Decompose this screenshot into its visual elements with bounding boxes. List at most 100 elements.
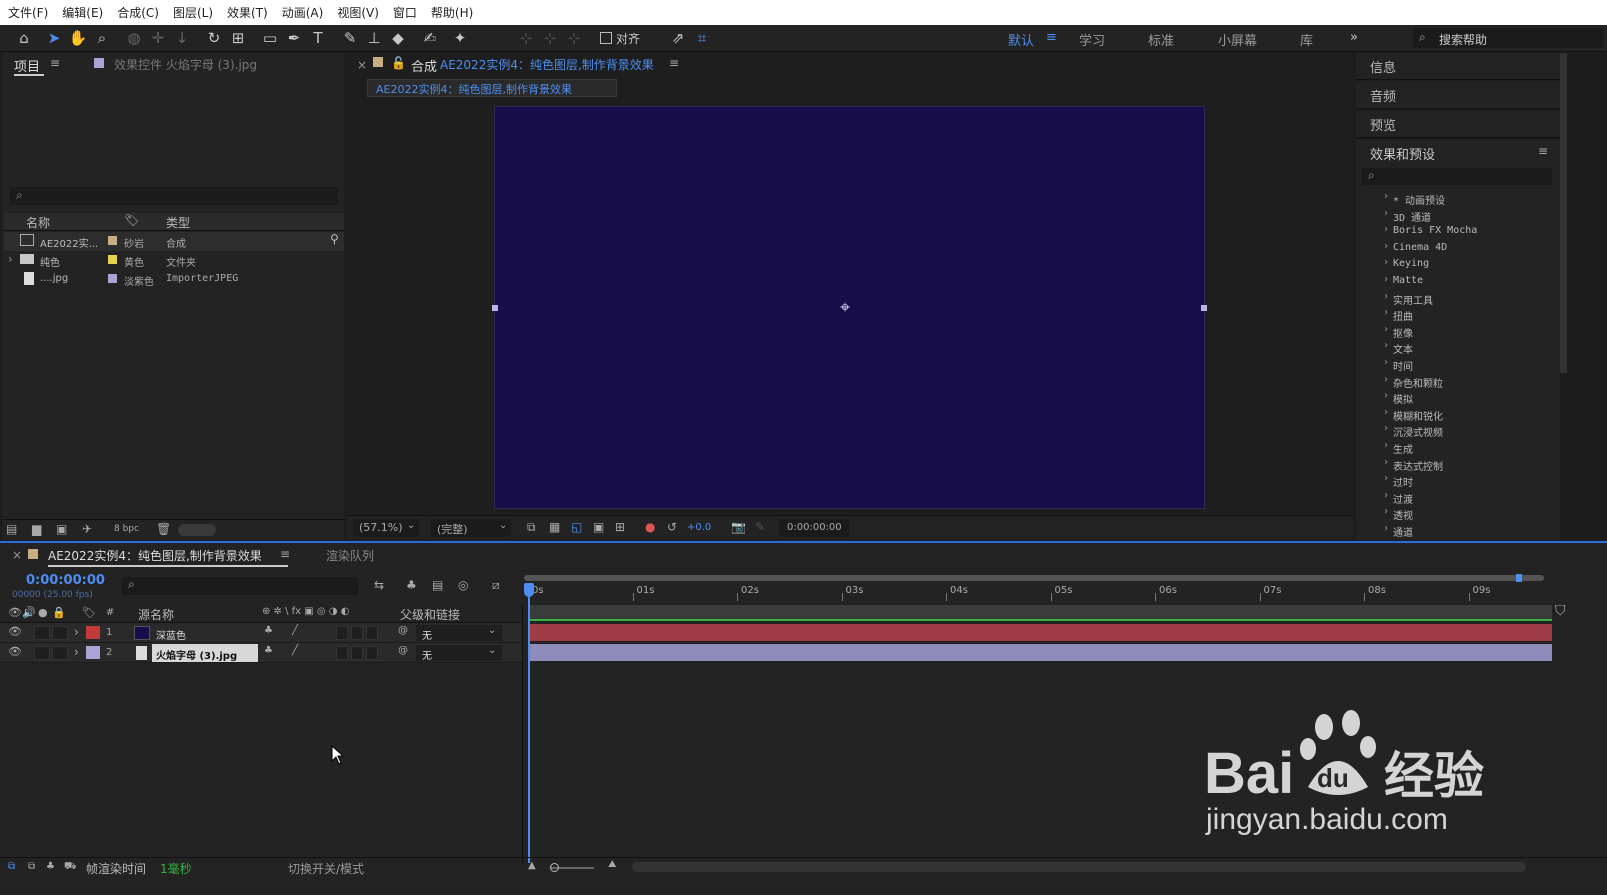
layer-name[interactable]: 深蓝色 [156, 627, 186, 642]
hand-tool-icon[interactable]: ✋ [68, 28, 88, 48]
work-area-end-handle[interactable] [1516, 574, 1522, 582]
eye-visibility-icon[interactable]: 👁 [8, 645, 22, 658]
reset-exposure-icon[interactable]: ↺ [667, 520, 677, 534]
zoom-out-icon[interactable]: ▲ [528, 860, 536, 871]
snapshot-camera-icon[interactable]: 📷 [731, 520, 746, 534]
info-panel[interactable]: 信息 [1356, 53, 1560, 80]
effect-category[interactable]: 文本 [1383, 340, 1413, 356]
effect-category[interactable]: 沉浸式视频 [1383, 423, 1443, 439]
label-swatch[interactable] [108, 255, 117, 264]
effects-menu-icon[interactable]: ≡ [1538, 144, 1548, 158]
transform-handle[interactable] [492, 305, 498, 311]
workspace-libraries[interactable]: 库 [1300, 30, 1313, 49]
switch-box[interactable] [366, 626, 378, 640]
parent-dropdown[interactable]: 无 ⌄ [416, 645, 502, 662]
transform-handle[interactable] [1201, 305, 1207, 311]
anchor-point-icon[interactable]: ⌖ [840, 297, 850, 318]
menu-item[interactable]: 窗口 [393, 4, 417, 21]
project-menu-icon[interactable]: ≡ [50, 56, 60, 70]
layer-label-swatch[interactable] [86, 646, 100, 659]
switch-box[interactable] [351, 626, 363, 640]
clone-stamp-icon[interactable]: ⊥ [364, 28, 384, 48]
menu-item[interactable]: 文件(F) [8, 4, 48, 21]
workspace-menu-icon[interactable]: ≡ [1046, 30, 1057, 45]
solo-toggle[interactable] [34, 646, 50, 660]
effect-category[interactable]: Matte [1383, 274, 1423, 286]
layer-switches-toggle-icon[interactable]: ⧉ [8, 861, 15, 872]
menu-item[interactable]: 图层(L) [173, 4, 213, 21]
search-help-input[interactable]: ⌕ 搜索帮助 [1413, 28, 1603, 48]
effect-category[interactable]: Boris FX Mocha [1383, 224, 1477, 236]
toggle-switches-modes[interactable]: 切换开关/模式 [288, 860, 364, 877]
layer-label-swatch[interactable] [86, 626, 100, 639]
layer-name-selected[interactable]: 火焰字母 (3).jpg [152, 644, 258, 662]
effect-category[interactable]: 3D 通道 [1383, 208, 1431, 224]
expand-arrow-icon[interactable]: › [74, 625, 79, 639]
roto-brush-icon[interactable]: ✍ [420, 28, 440, 48]
quality-switch-icon[interactable]: ╱ [292, 625, 298, 636]
exposure-value[interactable]: +0.0 [687, 522, 711, 533]
align-checkbox[interactable] [600, 32, 612, 44]
switch-box[interactable] [336, 646, 348, 660]
axis-world-icon[interactable]: ⊹ [540, 28, 560, 48]
graph-editor-icon[interactable]: ⧄ [492, 578, 500, 593]
label-tag-icon[interactable]: 🏷 [124, 213, 139, 227]
quality-switch-icon[interactable]: ╱ [292, 645, 298, 656]
project-row[interactable]: › 纯色 黄色 文件夹 [4, 251, 344, 270]
workspace-learn[interactable]: 学习 [1079, 30, 1105, 49]
menu-item[interactable]: 效果(T) [227, 4, 268, 21]
layer-duration-bar[interactable] [530, 644, 1552, 661]
label-tag-icon[interactable]: 🏷 [82, 606, 96, 619]
solo-toggle[interactable] [34, 626, 50, 640]
project-tab[interactable]: 项目 [14, 56, 40, 75]
effect-category[interactable]: 透视 [1383, 506, 1413, 522]
workspace-standard[interactable]: 标准 [1148, 30, 1174, 49]
selection-tool-icon[interactable]: ➤ [44, 28, 64, 48]
effect-category[interactable]: Cinema 4D [1383, 241, 1447, 253]
effect-category[interactable]: * 动画预设 [1383, 191, 1445, 207]
layer-duration-bar[interactable] [530, 624, 1552, 641]
timeline-scrollbar[interactable] [632, 862, 1526, 872]
effects-search-input[interactable]: ⌕ [1362, 168, 1552, 185]
label-swatch[interactable] [108, 274, 117, 283]
zoom-dropdown[interactable]: (57.1%) ⌄ [353, 519, 419, 537]
show-snapshot-icon[interactable]: ✎ [755, 520, 765, 534]
render-queue-tab[interactable]: 渲染队列 [326, 547, 374, 564]
effect-category[interactable]: 过时 [1383, 473, 1413, 489]
thumbnail-slider[interactable] [178, 524, 216, 536]
workspace-default[interactable]: 默认 [1008, 30, 1034, 49]
audio-panel[interactable]: 音频 [1356, 82, 1560, 109]
effect-category[interactable]: 通道 [1383, 523, 1413, 539]
new-folder-icon[interactable]: ▆ [32, 522, 41, 536]
orbit-camera-icon[interactable]: ◍ [124, 28, 144, 48]
render-time-toggle-icon[interactable]: ⛟ [64, 861, 77, 874]
menu-item[interactable]: 帮助(H) [431, 4, 473, 21]
effect-category[interactable]: 时间 [1383, 357, 1413, 373]
rotate-tool-icon[interactable]: ↻ [204, 28, 224, 48]
preview-panel[interactable]: 预览 [1356, 111, 1560, 138]
comp-marker-bin-icon[interactable]: ⛉ [1555, 603, 1566, 619]
project-row[interactable]: ....jpg 淡紫色 ImporterJPEG [4, 270, 344, 289]
snap-icon[interactable]: ⇗ [668, 28, 688, 48]
workspace-small-screen[interactable]: 小屏幕 [1218, 30, 1257, 49]
pick-whip-icon[interactable]: @ [398, 645, 408, 656]
color-channels-icon[interactable]: ● [645, 520, 655, 534]
playhead-handle[interactable] [524, 583, 534, 597]
comp-tab-name[interactable]: AE2022实例4：纯色图层,制作背景效果 [440, 56, 654, 73]
interpret-footage-icon[interactable]: ▤ [6, 522, 17, 536]
pick-whip-icon[interactable]: @ [398, 625, 408, 636]
fast-preview-icon[interactable]: ⧉ [527, 520, 536, 535]
layer-row[interactable]: 👁 › 2 火焰字母 (3).jpg ♣ ╱ @ 无 ⌄ [0, 643, 522, 663]
layer-row[interactable]: 👁 › 1 深蓝色 ♣ ╱ @ 无 ⌄ [0, 623, 522, 643]
viewer-timecode[interactable]: 0:00:00:00 [779, 519, 849, 537]
switch-box[interactable] [336, 626, 348, 640]
time-ruler[interactable]: 0s 01s 02s 03s 04s 05s 06s 07s 08s 09s [524, 583, 1552, 603]
home-icon[interactable]: ⌂ [14, 28, 34, 48]
axis-view-icon[interactable]: ⊹ [564, 28, 584, 48]
puppet-pin-icon[interactable]: ✦ [450, 28, 470, 48]
source-name-header[interactable]: 源名称 [138, 606, 174, 623]
effects-controls-tab[interactable]: 效果控件 火焰字母 (3).jpg [114, 56, 257, 73]
menu-item[interactable]: 编辑(E) [62, 4, 103, 21]
effect-category[interactable]: 扭曲 [1383, 307, 1413, 323]
grid-guides-icon[interactable]: ⊞ [615, 520, 625, 534]
